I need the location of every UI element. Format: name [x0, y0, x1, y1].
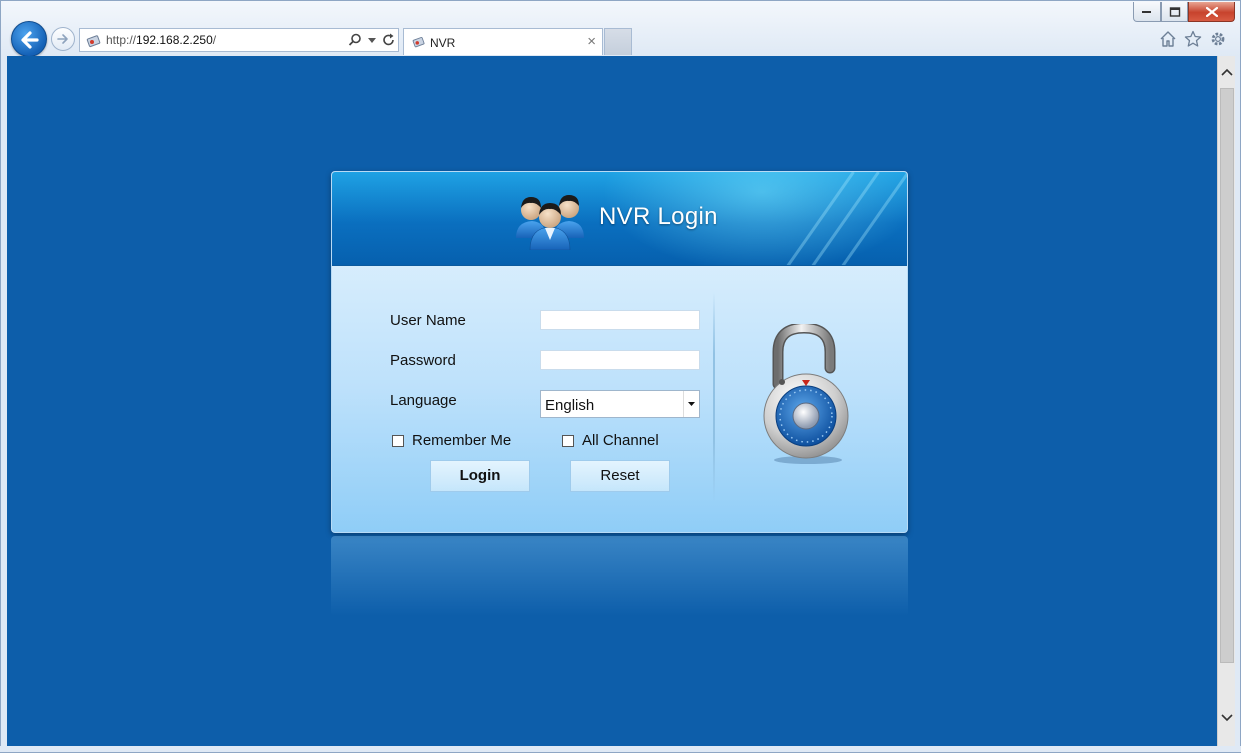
- page-favicon-icon: [86, 35, 101, 48]
- arrow-right-icon: [57, 34, 68, 44]
- language-select-value: English: [545, 397, 595, 414]
- tab-nvr[interactable]: NVR ×: [403, 28, 603, 55]
- browser-toolbar: http://192.168.2.250/ NVR ×: [0, 0, 1241, 57]
- forward-button[interactable]: [51, 27, 75, 51]
- dialog-title: NVR Login: [599, 203, 718, 230]
- all-channel-label[interactable]: All Channel: [582, 432, 659, 449]
- window-frame-left: [0, 56, 7, 753]
- tab-title: NVR: [430, 36, 456, 50]
- all-channel-checkbox[interactable]: [562, 435, 574, 447]
- login-button[interactable]: Login: [430, 460, 530, 492]
- close-icon: [1205, 6, 1218, 17]
- vertical-scrollbar[interactable]: [1217, 56, 1235, 746]
- scroll-up-icon[interactable]: [1221, 68, 1233, 76]
- padlock-icon: [763, 324, 849, 464]
- address-url: http://192.168.2.250/: [106, 33, 217, 47]
- dialog-divider: [713, 292, 715, 502]
- remember-me-checkbox[interactable]: [392, 435, 404, 447]
- minimize-icon: [1142, 10, 1151, 13]
- dialog-reflection: [331, 536, 908, 616]
- language-select[interactable]: English: [540, 390, 700, 418]
- remember-me-label[interactable]: Remember Me: [412, 432, 511, 449]
- username-field[interactable]: [540, 310, 700, 330]
- window-frame-right: [1235, 56, 1241, 753]
- window-frame-bottom: [0, 746, 1241, 753]
- username-label: User Name: [390, 312, 466, 329]
- restore-icon: [1169, 6, 1180, 17]
- refresh-icon[interactable]: [382, 33, 396, 47]
- minimize-button[interactable]: [1133, 2, 1161, 22]
- password-label: Password: [390, 352, 456, 369]
- tab-close-icon[interactable]: ×: [587, 33, 596, 50]
- chevron-down-icon: [688, 402, 695, 406]
- back-button[interactable]: [11, 21, 47, 57]
- settings-gear-icon[interactable]: [1209, 30, 1227, 48]
- new-tab-button[interactable]: [604, 28, 632, 55]
- address-bar[interactable]: http://192.168.2.250/: [79, 28, 399, 52]
- chevron-down-icon[interactable]: [368, 38, 376, 43]
- maximize-button[interactable]: [1161, 2, 1188, 22]
- login-dialog-header: NVR Login: [332, 172, 907, 266]
- favorites-star-icon[interactable]: [1184, 30, 1202, 48]
- page-viewport: NVR Login User Name Password Language En…: [7, 56, 1217, 746]
- scroll-down-icon[interactable]: [1221, 714, 1233, 722]
- reset-button[interactable]: Reset: [570, 460, 670, 492]
- password-field[interactable]: [540, 350, 700, 370]
- arrow-left-icon: [21, 31, 39, 49]
- language-dropdown-arrow[interactable]: [683, 391, 699, 417]
- users-group-icon: [516, 195, 584, 250]
- close-window-button[interactable]: [1188, 2, 1235, 22]
- scrollbar-thumb[interactable]: [1220, 88, 1234, 663]
- search-icon[interactable]: [348, 33, 362, 47]
- language-label: Language: [390, 392, 457, 409]
- home-icon[interactable]: [1159, 30, 1177, 48]
- tab-favicon-icon: [412, 37, 425, 48]
- login-dialog: NVR Login User Name Password Language En…: [331, 171, 908, 533]
